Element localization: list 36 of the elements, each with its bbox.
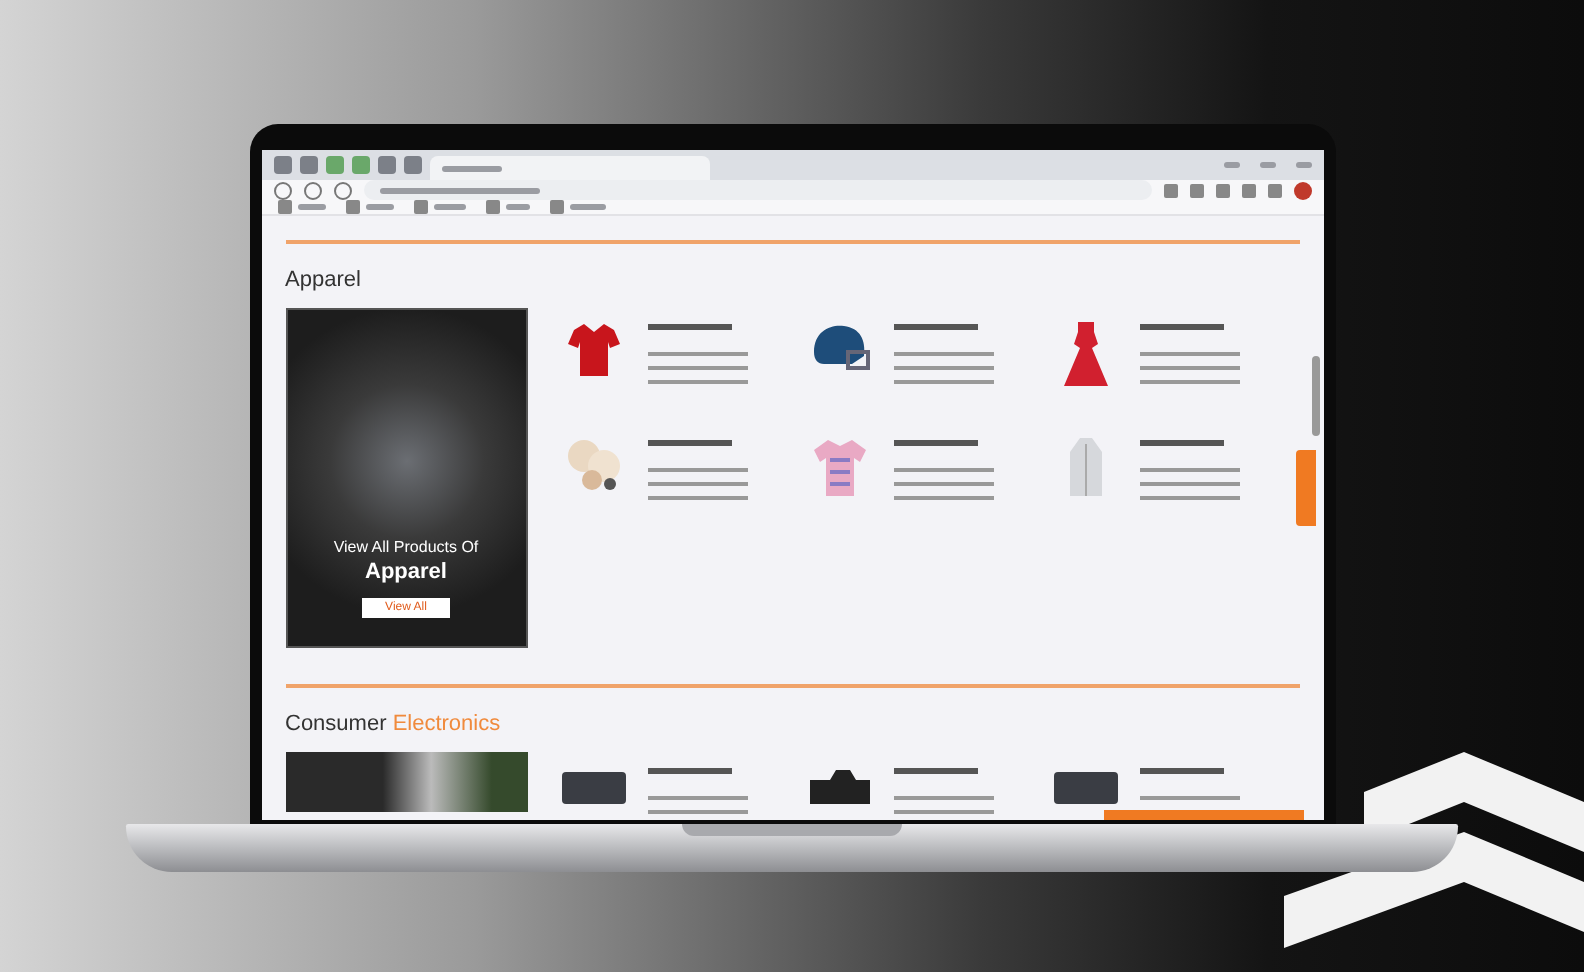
blurred-text-lines (647, 436, 747, 500)
blurred-bookmark-label[interactable] (365, 204, 393, 210)
blurred-text-lines (647, 320, 747, 384)
profile-avatar[interactable] (1293, 181, 1311, 199)
blurred-text-lines (1140, 436, 1241, 500)
accessories-icon (563, 436, 623, 492)
shirt-icon (565, 320, 621, 380)
bookmark-icon[interactable] (345, 200, 359, 214)
scrollbar-thumb[interactable] (1311, 356, 1319, 436)
blurred-bookmark-label[interactable] (297, 204, 325, 210)
blurred-text-lines (1140, 320, 1241, 384)
window-control[interactable] (1259, 162, 1275, 168)
blurred-bookmark-label[interactable] (433, 204, 465, 210)
url-field[interactable] (363, 180, 1151, 200)
blurred-bookmark-label[interactable] (569, 204, 605, 210)
section-title: Consumer Electronics (285, 712, 503, 736)
section-title: Apparel (285, 268, 363, 292)
blurred-bookmark-label[interactable] (505, 204, 529, 210)
t-shirt-icon (809, 436, 870, 500)
browser-tab[interactable] (429, 156, 709, 180)
window-control[interactable] (1295, 162, 1311, 168)
blurred-tab-title (441, 165, 501, 171)
bookmark-icon[interactable] (277, 200, 291, 214)
blurred-text-lines (647, 764, 747, 814)
blurred-text-lines (893, 436, 994, 500)
bookmark-icon[interactable] (413, 200, 427, 214)
window-control[interactable] (1223, 162, 1239, 168)
dress-icon (1062, 320, 1111, 388)
bookmark-icon[interactable] (485, 200, 499, 214)
feedback-tab[interactable] (1295, 450, 1315, 526)
blurred-text-lines (893, 764, 994, 814)
bookmark-icon[interactable] (549, 200, 563, 214)
blurred-text-lines (893, 320, 994, 384)
promo-text: View All Products Of (333, 538, 479, 556)
camera-icon (805, 764, 874, 804)
promo-heading: Apparel (365, 560, 447, 584)
